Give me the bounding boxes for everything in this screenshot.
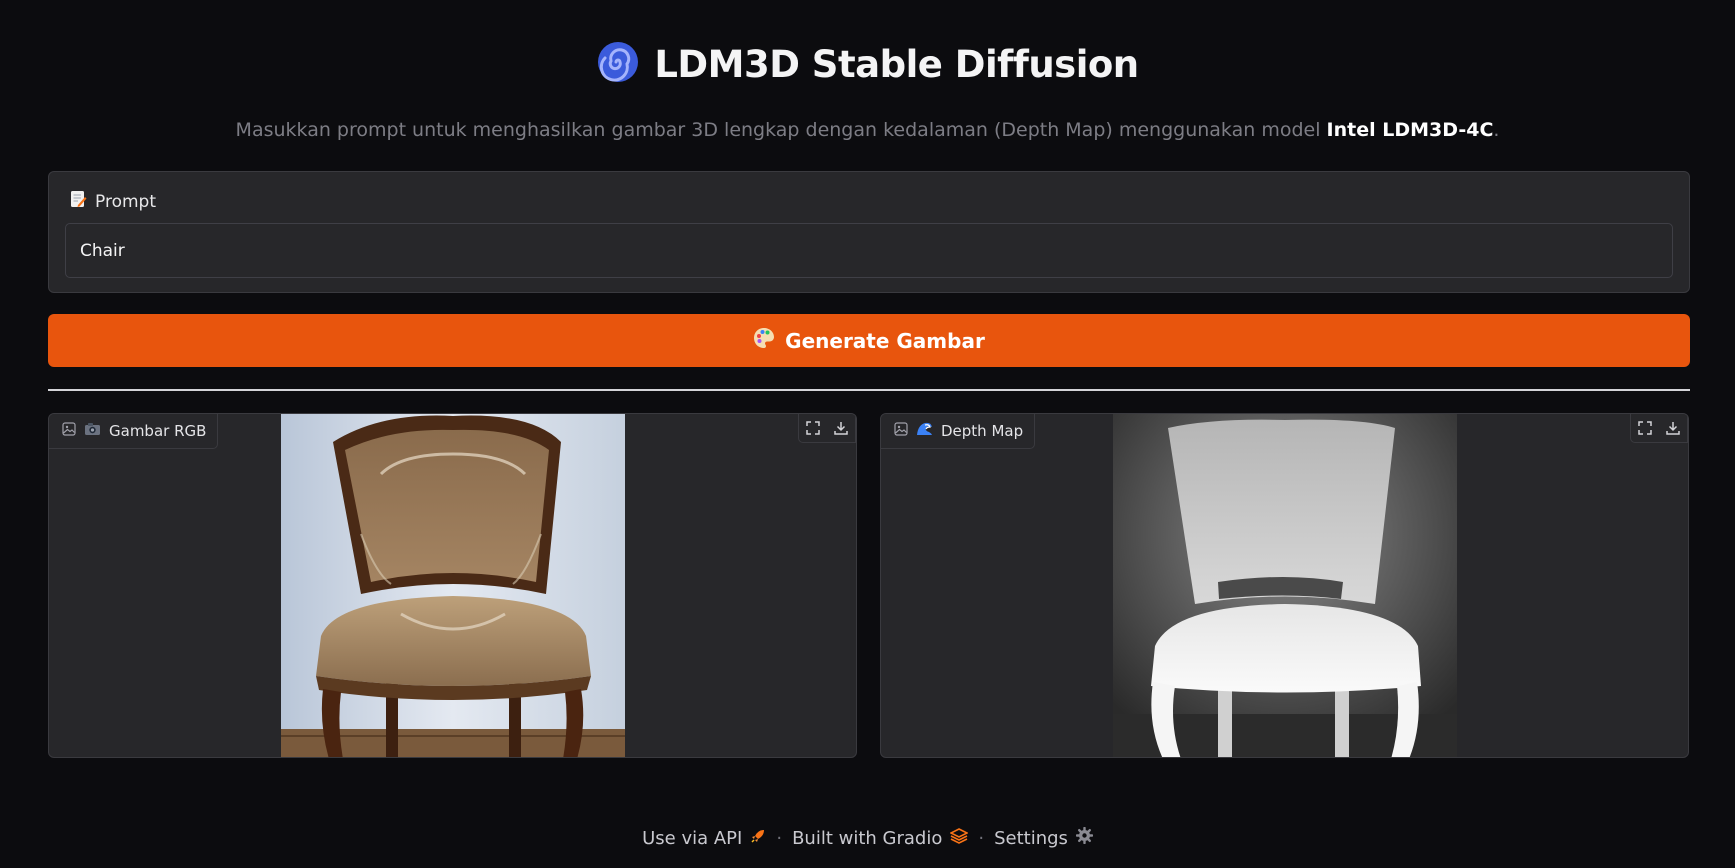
- page-header: LDM3D Stable Diffusion: [0, 40, 1735, 88]
- use-via-api-label: Use via API: [642, 827, 743, 849]
- camera-icon: [84, 422, 101, 440]
- fullscreen-icon[interactable]: [1631, 414, 1659, 442]
- rgb-panel-label: Gambar RGB: [49, 414, 219, 449]
- page-title: LDM3D Stable Diffusion: [654, 42, 1139, 86]
- page-subtitle: Masukkan prompt untuk menghasilkan gamba…: [0, 119, 1735, 141]
- title-row: LDM3D Stable Diffusion: [0, 40, 1735, 88]
- depth-image: [1113, 414, 1457, 757]
- image-icon: [894, 422, 908, 440]
- subtitle-end: .: [1493, 119, 1500, 141]
- fullscreen-icon[interactable]: [799, 414, 827, 442]
- rgb-image: [281, 414, 625, 757]
- rgb-panel-actions: [798, 414, 856, 443]
- built-with-gradio-link[interactable]: Built with Gradio: [792, 827, 970, 849]
- gradio-logo-icon: [949, 827, 970, 849]
- depth-panel-label-text: Depth Map: [941, 422, 1024, 440]
- prompt-label-text: Prompt: [95, 191, 156, 212]
- image-icon: [62, 422, 76, 440]
- download-icon[interactable]: [1659, 414, 1687, 442]
- cyclone-icon: [596, 40, 640, 88]
- palette-icon: [753, 327, 775, 354]
- rgb-panel-label-text: Gambar RGB: [109, 422, 207, 440]
- prompt-label: Prompt: [69, 190, 156, 213]
- rgb-output-panel: Gambar RGB: [48, 413, 857, 758]
- footer-separator: ·: [978, 827, 985, 849]
- memo-icon: [69, 190, 87, 213]
- subtitle-text: Masukkan prompt untuk menghasilkan gamba…: [235, 119, 1327, 141]
- built-with-gradio-label: Built with Gradio: [792, 827, 943, 849]
- depth-output-panel: Depth Map: [880, 413, 1689, 758]
- footer: Use via API · Built with Gradio · Settin…: [0, 826, 1735, 849]
- subtitle-model: Intel LDM3D-4C: [1326, 119, 1494, 141]
- rocket-icon: [750, 828, 766, 849]
- prompt-block: Prompt: [48, 171, 1690, 293]
- divider: [48, 389, 1690, 391]
- gear-icon: [1075, 826, 1094, 849]
- download-icon[interactable]: [827, 414, 855, 442]
- generate-button-label: Generate Gambar: [785, 328, 985, 353]
- settings-label: Settings: [994, 827, 1068, 849]
- depth-panel-label: Depth Map: [881, 414, 1036, 449]
- generate-button[interactable]: Generate Gambar: [48, 314, 1690, 367]
- depth-panel-actions: [1630, 414, 1688, 443]
- use-via-api-link[interactable]: Use via API: [642, 828, 766, 849]
- prompt-input[interactable]: [65, 223, 1673, 278]
- wave-icon: [916, 421, 933, 441]
- footer-separator: ·: [776, 827, 783, 849]
- settings-link[interactable]: Settings: [994, 826, 1094, 849]
